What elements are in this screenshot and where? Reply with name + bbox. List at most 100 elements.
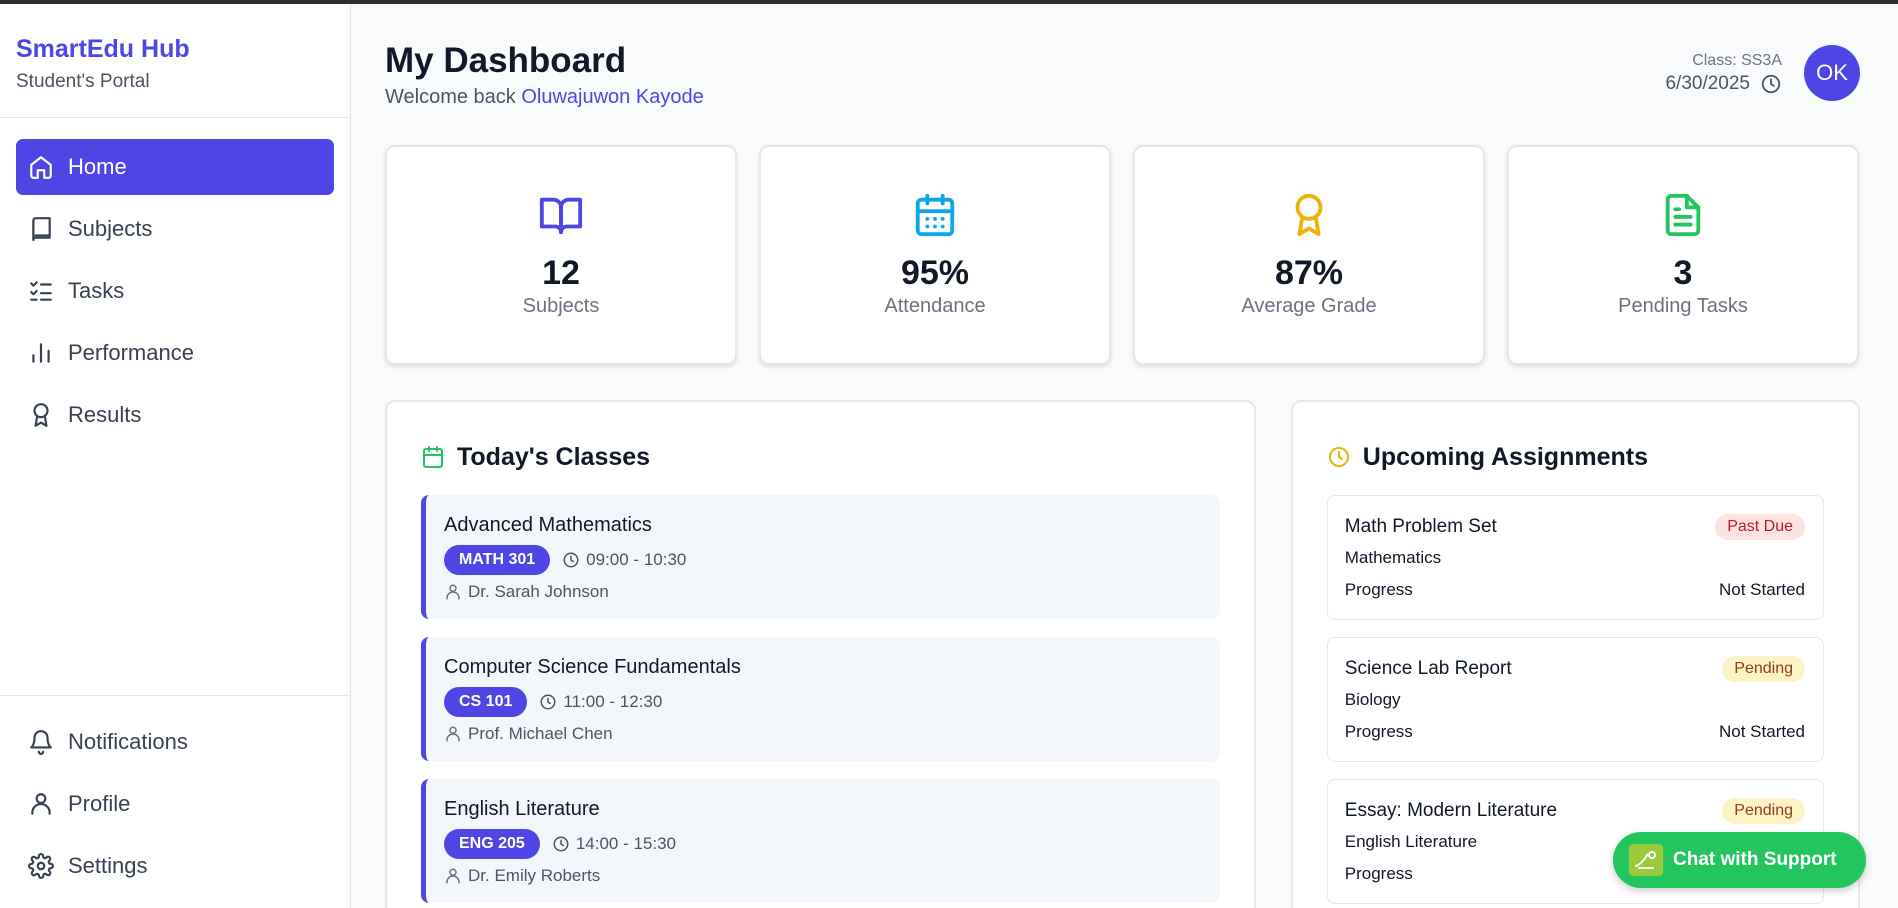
header-right: Class: SS3A 6/30/2025 OK [1665, 45, 1860, 101]
class-card[interactable]: Computer Science Fundamentals CS 101 11:… [421, 637, 1220, 761]
gear-icon [28, 853, 54, 879]
progress-label: Progress [1344, 722, 1413, 741]
list-checks-icon [28, 278, 54, 304]
class-time: 11:00 - 12:30 [539, 692, 662, 712]
book-open-icon [538, 192, 584, 243]
brand: SmartEdu Hub Student's Portal [0, 4, 350, 118]
award-icon [1286, 192, 1332, 243]
welcome-prefix: Welcome back [385, 86, 516, 108]
stat-card-attendance: 95% Attendance [759, 145, 1111, 365]
secondary-nav: Notifications Profile Settings [0, 695, 350, 908]
assignment-progress: Progress Not Started [1345, 580, 1805, 600]
file-text-icon [1660, 192, 1706, 243]
assignment-subject: Mathematics [1344, 548, 1442, 567]
support-logo-icon [1629, 844, 1663, 876]
sidebar-item-tasks[interactable]: Tasks [16, 263, 334, 319]
stat-card-subjects: 12 Subjects [385, 145, 737, 365]
main-nav: Home Subjects Tasks Performance Results [0, 118, 350, 443]
sidebar-item-label: Settings [68, 853, 148, 878]
progress-value: Not Started [1719, 580, 1805, 599]
sidebar-item-profile[interactable]: Profile [16, 776, 334, 832]
class-info-row: MATH 301 09:00 - 10:30 [444, 545, 1202, 575]
sidebar-item-subjects[interactable]: Subjects [16, 201, 334, 257]
class-teacher: Prof. Michael Chen [444, 724, 1202, 744]
assignment-title: Science Lab Report [1344, 658, 1512, 679]
assignment-subject: Biology [1344, 690, 1401, 709]
user-name: Oluwajuwon Kayode [521, 86, 704, 108]
panel-header: Today's Classes [421, 442, 1220, 472]
class-name: English Literature [444, 798, 600, 820]
sidebar-item-settings[interactable]: Settings [16, 838, 334, 894]
class-info-row: ENG 205 14:00 - 15:30 [444, 829, 1202, 859]
stat-value: 87% [1274, 254, 1344, 292]
sidebar-item-notifications[interactable]: Notifications [16, 714, 334, 770]
calendar-icon [423, 446, 443, 468]
teacher-name: Prof. Michael Chen [468, 724, 613, 743]
teacher-name: Dr. Sarah Johnson [468, 582, 609, 601]
class-time-text: 11:00 - 12:30 [563, 692, 663, 711]
status-badge: Pending [1722, 656, 1805, 682]
avatar[interactable]: OK [1804, 45, 1860, 101]
class-name: Computer Science Fundamentals [444, 656, 741, 678]
stat-value: 3 [1673, 254, 1693, 292]
chat-label: Chat with Support [1673, 849, 1837, 870]
sidebar-item-label: Tasks [68, 278, 125, 303]
welcome-message: Welcome back Oluwajuwon Kayode [385, 86, 704, 109]
panel-header: Upcoming Assignments [1327, 442, 1824, 472]
assignment-card[interactable]: Science Lab Report Pending Biology Progr… [1326, 637, 1824, 762]
sidebar-item-home[interactable]: Home [16, 139, 334, 195]
class-time-text: 14:00 - 15:30 [575, 834, 677, 853]
stat-label: Attendance [884, 295, 986, 317]
page-header: My Dashboard Welcome back Oluwajuwon Kay… [385, 4, 1860, 144]
stat-label: Pending Tasks [1618, 295, 1748, 317]
chat-with-support-button[interactable]: Chat with Support [1613, 832, 1866, 888]
award-icon [28, 402, 54, 428]
progress-value: Not Started [1719, 722, 1805, 741]
user-icon [446, 726, 460, 742]
user-icon [446, 584, 460, 600]
page-title: My Dashboard [385, 41, 627, 80]
todays-classes-panel: Today's Classes Advanced Mathematics MAT… [385, 400, 1256, 908]
stats-row: 12 Subjects 95% Attendance 87% Average G… [385, 145, 1860, 365]
stat-label: Subjects [522, 295, 600, 317]
clock-icon [1761, 74, 1781, 94]
sidebar-item-label: Results [68, 402, 142, 427]
stat-label: Average Grade [1241, 295, 1377, 317]
panel-title: Today's Classes [457, 442, 651, 471]
class-name: Advanced Mathematics [444, 514, 652, 536]
sidebar: SmartEdu Hub Student's Portal Home Subje… [0, 4, 351, 908]
assignment-card[interactable]: Math Problem Set Past Due Mathematics Pr… [1326, 495, 1824, 620]
main-content: My Dashboard Welcome back Oluwajuwon Kay… [385, 4, 1860, 908]
book-icon [28, 216, 54, 242]
assignment-header: Science Lab Report Pending [1345, 656, 1805, 682]
progress-label: Progress [1344, 580, 1413, 599]
assignment-title: Essay: Modern Literature [1344, 800, 1558, 821]
stat-value: 95% [900, 254, 970, 292]
class-time-text: 09:00 - 10:30 [586, 550, 687, 569]
course-code-badge: MATH 301 [444, 545, 551, 575]
class-card[interactable]: Advanced Mathematics MATH 301 09:00 - 10… [421, 495, 1220, 619]
brand-subtitle: Student's Portal [16, 71, 150, 92]
brand-title: SmartEdu Hub [16, 35, 190, 63]
assignment-header: Math Problem Set Past Due [1345, 514, 1805, 540]
sidebar-item-label: Notifications [68, 729, 188, 754]
class-info-row: CS 101 11:00 - 12:30 [444, 687, 1202, 717]
current-date: 6/30/2025 [1665, 73, 1750, 94]
class-card[interactable]: English Literature ENG 205 14:00 - 15:30… [421, 779, 1220, 903]
calendar-icon [912, 192, 958, 243]
sidebar-item-label: Subjects [68, 216, 153, 241]
home-icon [28, 154, 54, 180]
sidebar-item-results[interactable]: Results [16, 387, 334, 443]
assignment-header: Essay: Modern Literature Pending [1345, 798, 1805, 824]
stat-card-pending-tasks: 3 Pending Tasks [1507, 145, 1859, 365]
status-badge: Pending [1722, 798, 1805, 824]
progress-label: Progress [1344, 864, 1413, 883]
assignment-title: Math Problem Set [1344, 516, 1497, 537]
user-icon [28, 791, 54, 817]
sidebar-item-label: Performance [68, 340, 194, 365]
sidebar-item-performance[interactable]: Performance [16, 325, 334, 381]
sidebar-item-label: Home [68, 154, 127, 179]
user-icon [446, 868, 460, 884]
class-teacher: Dr. Sarah Johnson [444, 582, 1202, 602]
bar-chart-icon [28, 340, 54, 366]
